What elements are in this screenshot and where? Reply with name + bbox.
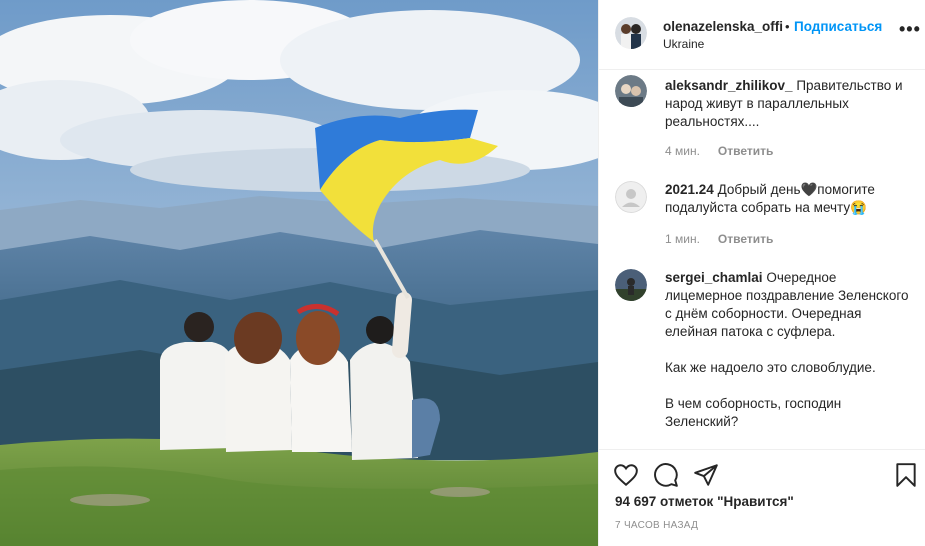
- comment-body: Очередное лицемерное поздравление Зеленс…: [665, 270, 909, 429]
- comment-icon[interactable]: [653, 462, 679, 488]
- post-location[interactable]: Ukraine: [663, 37, 704, 51]
- author-avatar[interactable]: [615, 17, 647, 49]
- comments-list[interactable]: aleksandr_zhilikov_ Правительство и наро…: [599, 71, 925, 449]
- post-sidebar: olenazelenska_offi • Подписаться Ukraine…: [598, 0, 925, 546]
- comment-username[interactable]: 2021.24: [665, 182, 714, 197]
- comment-text: aleksandr_zhilikov_ Правительство и наро…: [665, 77, 915, 131]
- comment-username[interactable]: aleksandr_zhilikov_: [665, 78, 793, 93]
- post-header: olenazelenska_offi • Подписаться Ukraine…: [599, 0, 925, 70]
- commenter-avatar[interactable]: [615, 181, 647, 213]
- heart-icon[interactable]: [613, 462, 639, 488]
- author-username[interactable]: olenazelenska_offi: [663, 19, 783, 34]
- comment-username[interactable]: sergei_chamlai: [665, 270, 763, 285]
- comment-time[interactable]: 1 мин.: [665, 232, 700, 246]
- likes-count[interactable]: 94 697 отметок "Нравится": [615, 494, 794, 509]
- follow-button[interactable]: Подписаться: [794, 19, 882, 34]
- photo-illustration: [0, 0, 598, 546]
- post-actions: 94 697 отметок "Нравится" 7 часов назад: [599, 449, 925, 546]
- comment-meta: 1 мин. Ответить: [665, 232, 773, 246]
- commenter-avatar[interactable]: [615, 75, 647, 107]
- comment-text: sergei_chamlai Очередное лицемерное позд…: [665, 269, 915, 431]
- comment-time[interactable]: 4 мин.: [665, 144, 700, 158]
- header-separator: •: [785, 19, 790, 34]
- reply-button[interactable]: Ответить: [718, 232, 773, 246]
- more-options-icon[interactable]: •••: [899, 20, 921, 38]
- instagram-post-modal: olenazelenska_offi • Подписаться Ukraine…: [0, 0, 925, 546]
- reply-button[interactable]: Ответить: [718, 144, 773, 158]
- comment-meta: 4 мин. Ответить: [665, 144, 773, 158]
- bookmark-icon[interactable]: [893, 462, 919, 488]
- comment-text: 2021.24 Добрый день🖤помогите подалуйста …: [665, 181, 915, 217]
- post-timestamp[interactable]: 7 часов назад: [615, 520, 698, 531]
- post-photo[interactable]: [0, 0, 598, 546]
- share-icon[interactable]: [693, 462, 719, 488]
- commenter-avatar[interactable]: [615, 269, 647, 301]
